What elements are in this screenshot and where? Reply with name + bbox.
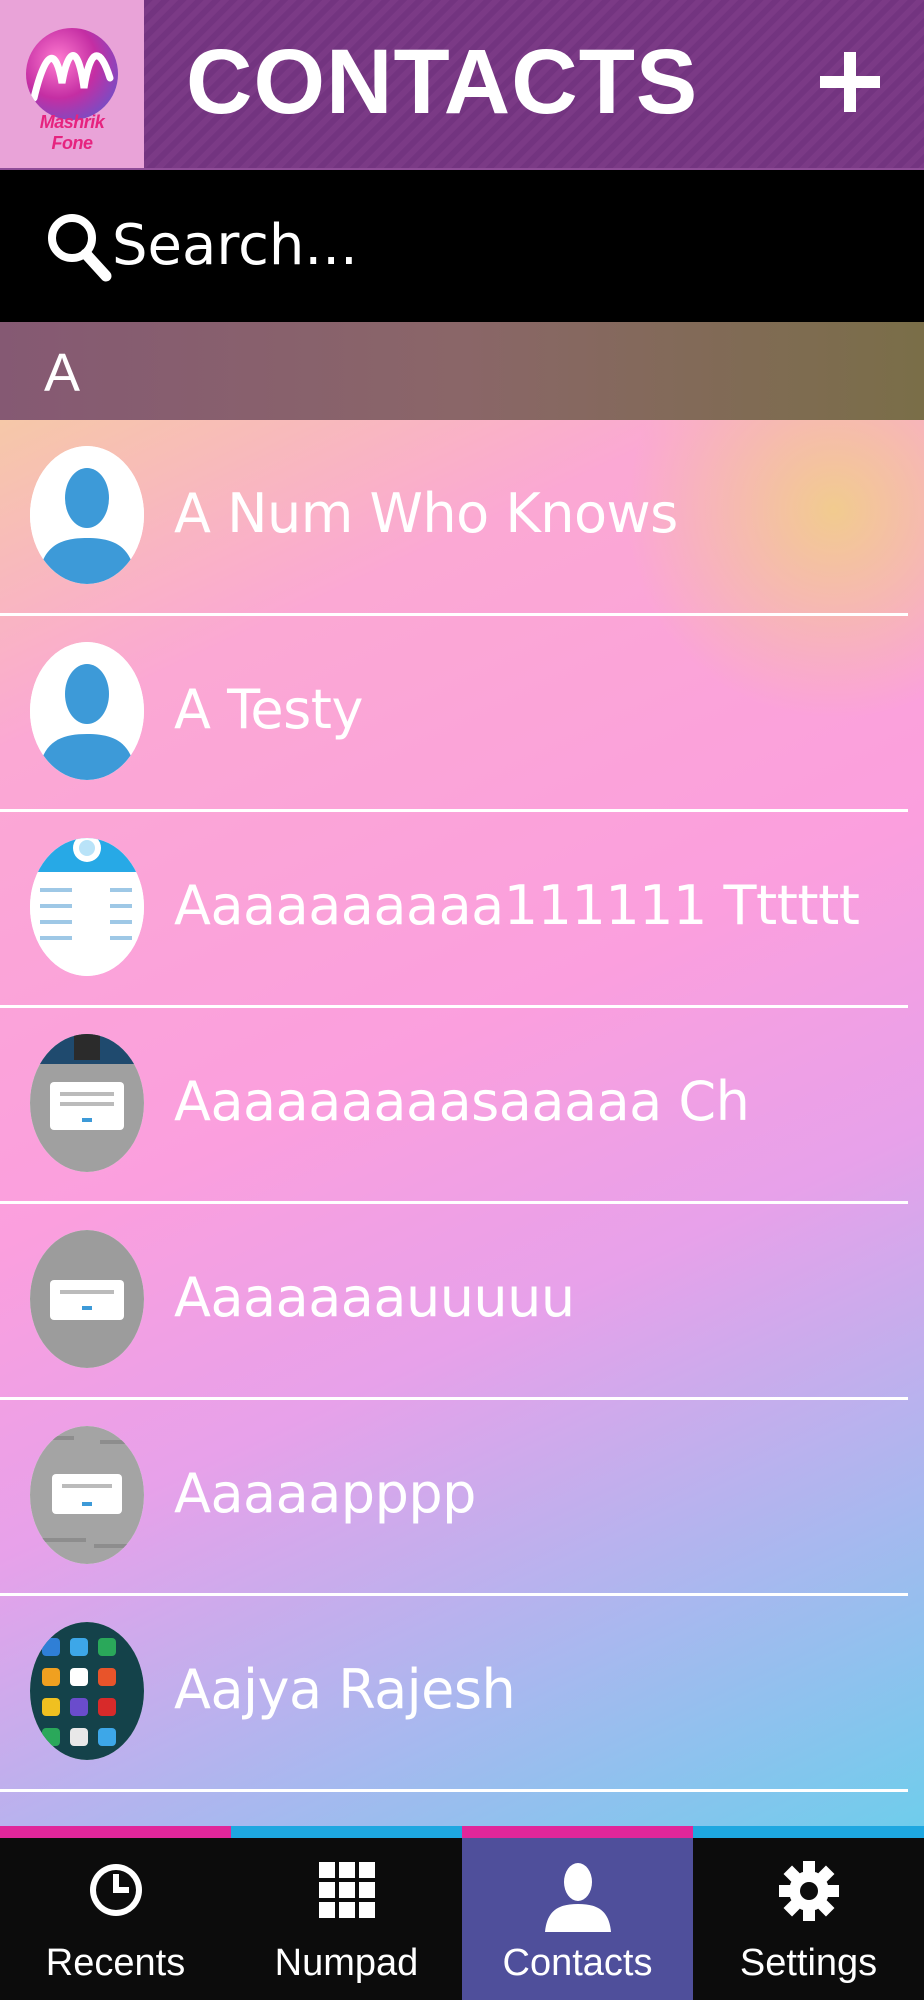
nav-label: Numpad bbox=[274, 1942, 419, 1984]
contact-name: Aaaaaaauuuuu bbox=[174, 1266, 575, 1329]
divider bbox=[0, 1789, 908, 1792]
contact-row[interactable]: Aaaaaaaaasaaaaa Ch bbox=[0, 1008, 924, 1204]
default-avatar-icon bbox=[30, 446, 144, 584]
search-input[interactable] bbox=[112, 200, 872, 290]
app-header: Mashrik Fone CONTACTS bbox=[0, 0, 924, 170]
clock-icon bbox=[89, 1864, 142, 1916]
contact-name: A Testy bbox=[174, 678, 363, 741]
bottom-nav: Recents Numpad Contacts Settings bbox=[0, 1826, 924, 2000]
gear-icon bbox=[778, 1861, 839, 1921]
logo-mark bbox=[26, 28, 118, 120]
logo-text: Mashrik Fone bbox=[39, 112, 105, 153]
nav-stripe bbox=[693, 1826, 924, 1838]
contact-name: Aaaaaaaaasaaaaa Ch bbox=[174, 1070, 750, 1133]
nav-label: Contacts bbox=[502, 1942, 653, 1984]
add-contact-button[interactable] bbox=[804, 36, 896, 128]
contact-row[interactable]: Aajya Rajesh bbox=[0, 1596, 924, 1792]
contact-photo bbox=[30, 1426, 144, 1564]
page-title: CONTACTS bbox=[186, 31, 699, 133]
contact-row[interactable]: Aaaaaaauuuuu bbox=[0, 1204, 924, 1400]
plus-icon bbox=[820, 52, 880, 112]
default-avatar-icon bbox=[30, 642, 144, 780]
nav-settings[interactable]: Settings bbox=[693, 1826, 924, 2000]
contact-row[interactable]: A Num Who Knows bbox=[0, 420, 924, 616]
contact-name: A Num Who Knows bbox=[174, 482, 678, 545]
nav-stripe bbox=[231, 1826, 462, 1838]
search-bar bbox=[0, 170, 924, 322]
nav-label: Recents bbox=[45, 1942, 186, 1984]
nav-contacts[interactable]: Contacts bbox=[462, 1826, 693, 2000]
grid-icon bbox=[318, 1862, 375, 1918]
contact-photo bbox=[30, 1230, 144, 1368]
contact-row[interactable]: Aaaaapppp bbox=[0, 1400, 924, 1596]
contact-photo bbox=[30, 1622, 144, 1760]
person-icon bbox=[544, 1863, 611, 1932]
contact-row[interactable]: Aaaaaaaaaa111111 Tttttt bbox=[0, 812, 924, 1008]
contact-row[interactable]: A Testy bbox=[0, 616, 924, 812]
section-letter: A bbox=[44, 343, 81, 403]
nav-label: Settings bbox=[739, 1942, 878, 1984]
nav-stripe bbox=[0, 1826, 231, 1838]
nav-recents[interactable]: Recents bbox=[0, 1826, 231, 2000]
contact-photo bbox=[30, 838, 144, 976]
nav-stripe bbox=[462, 1826, 693, 1838]
contact-name: Aaaaaaaaaa111111 Tttttt bbox=[174, 874, 860, 937]
section-header: A bbox=[0, 322, 924, 420]
contact-name: Aajya Rajesh bbox=[174, 1658, 516, 1721]
contact-list: A Num Who Knows A Testy Aaaaaaaaaa111111… bbox=[0, 420, 924, 1826]
nav-numpad[interactable]: Numpad bbox=[231, 1826, 462, 2000]
search-icon bbox=[48, 214, 112, 282]
app-logo: Mashrik Fone bbox=[0, 0, 144, 168]
contact-photo bbox=[30, 1034, 144, 1172]
contact-name: Aaaaapppp bbox=[174, 1462, 476, 1525]
